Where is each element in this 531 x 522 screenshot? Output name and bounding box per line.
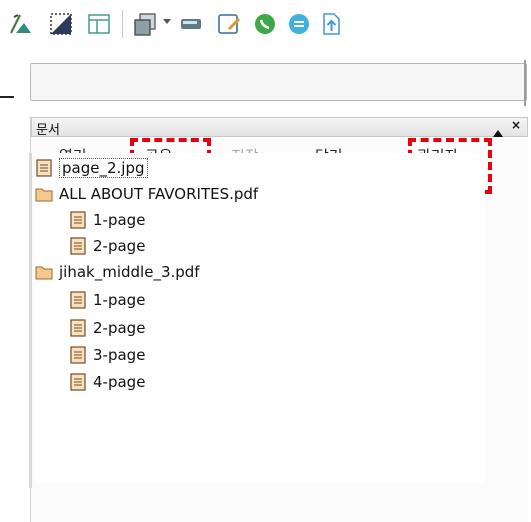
panel-title: 문서 (36, 123, 60, 138)
tree-item-page-2[interactable]: page_2.jpg (35, 157, 148, 179)
folder-icon (35, 185, 53, 203)
file-icon (69, 237, 87, 255)
tree-item-label: jihak_middle_3.pdf (59, 263, 200, 281)
document-panel: 문서 × 열기 공유 저장 닫기 관리자 page_2.jpg ALL ABOU… (29, 117, 528, 522)
tree-item-jihak-page-2[interactable]: 2-page (69, 317, 145, 339)
file-icon (35, 159, 53, 177)
tree-item-label: 2-page (93, 237, 146, 255)
scanner-icon[interactable] (176, 9, 206, 39)
document-tree: page_2.jpg ALL ABOUT FAVORITES.pdf 1-pag… (35, 153, 485, 483)
tree-frame (29, 153, 32, 488)
crop-icon[interactable] (46, 9, 76, 39)
tree-item-favorites-page-2[interactable]: 2-page (69, 235, 145, 257)
tree-item-label: 2-page (93, 319, 146, 337)
file-icon (69, 319, 87, 337)
dropdown-arrow-icon[interactable] (163, 19, 171, 24)
tree-item-favorites-page-1[interactable]: 1-page (69, 209, 145, 231)
pen-chart-icon[interactable] (6, 9, 36, 39)
tree-item-jihak-page-1[interactable]: 1-page (69, 289, 145, 311)
tree-item-label: 1-page (93, 291, 146, 309)
tree-item-label: 4-page (93, 373, 146, 391)
upload-icon[interactable] (316, 9, 346, 39)
phone-call-icon[interactable] (250, 9, 280, 39)
file-icon (69, 373, 87, 391)
panel-header: 문서 × (31, 117, 528, 138)
tree-item-label: page_2.jpg (59, 158, 148, 178)
close-icon[interactable]: × (511, 118, 521, 132)
pin-icon[interactable] (493, 122, 503, 141)
note-edit-icon[interactable] (214, 9, 244, 39)
toolbar-separator (122, 10, 123, 38)
tree-item-label: 1-page (93, 211, 146, 229)
file-icon (69, 291, 87, 309)
chat-icon[interactable] (284, 9, 314, 39)
file-icon (69, 211, 87, 229)
tree-item-jihak-page-3[interactable]: 3-page (69, 344, 145, 366)
left-edge-dash (0, 96, 14, 98)
tree-item-jihak-page-4[interactable]: 4-page (69, 371, 145, 393)
folder-icon (35, 263, 53, 281)
address-bar[interactable] (30, 63, 527, 101)
tree-item-label: ALL ABOUT FAVORITES.pdf (59, 185, 259, 203)
tree-item-label: 3-page (93, 346, 146, 364)
pages-icon[interactable] (130, 9, 160, 39)
splitter-handle[interactable] (524, 60, 526, 106)
toolbar (0, 0, 531, 54)
layout-icon[interactable] (84, 9, 114, 39)
file-icon (69, 346, 87, 364)
tree-item-jihak-middle-3[interactable]: jihak_middle_3.pdf (35, 261, 200, 283)
tree-item-all-about-favorites[interactable]: ALL ABOUT FAVORITES.pdf (35, 183, 258, 205)
